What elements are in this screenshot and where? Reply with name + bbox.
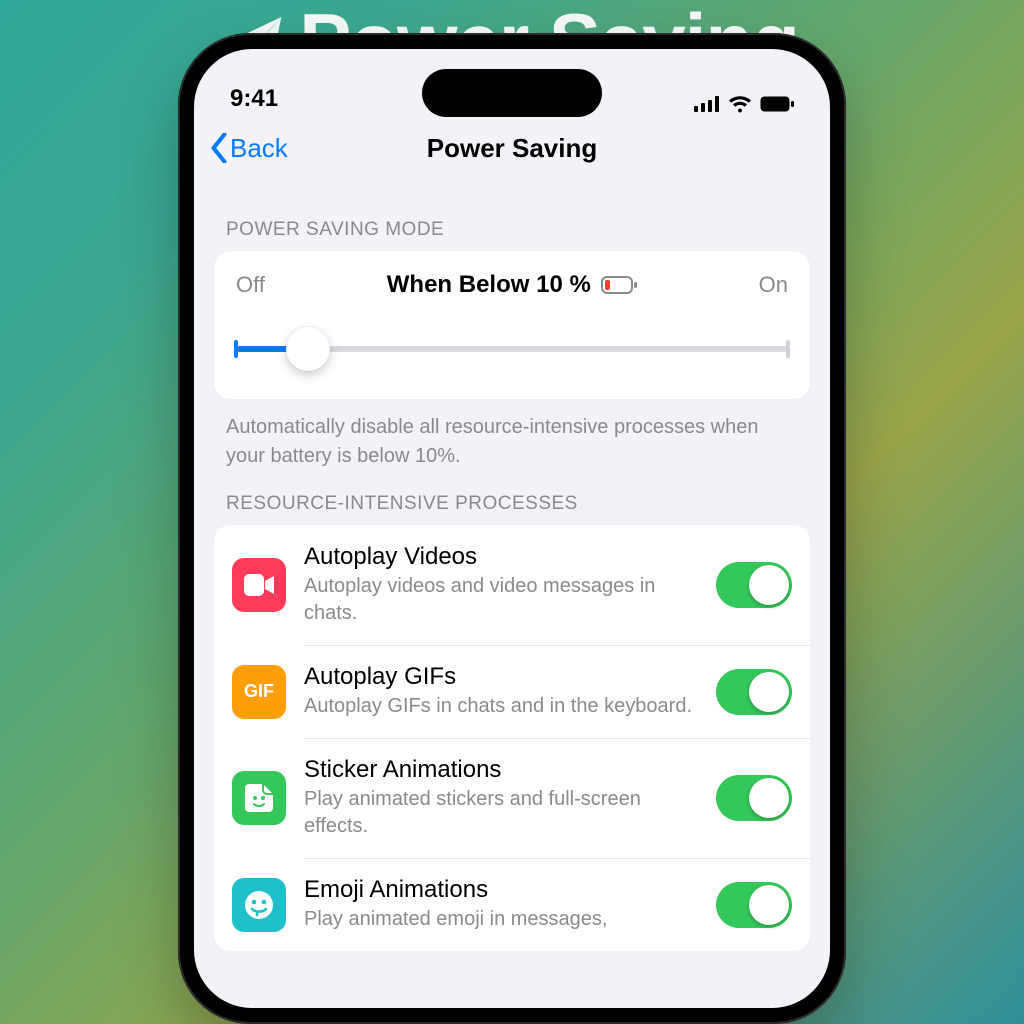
battery-low-icon [601, 276, 637, 294]
chevron-left-icon [210, 133, 228, 163]
row-title: Sticker Animations [304, 756, 698, 784]
row-autoplay-gifs[interactable]: GIF Autoplay GIFs Autoplay GIFs in chats… [214, 645, 810, 738]
slider-label-off: Off [236, 272, 265, 298]
toggle-autoplay-gifs[interactable] [716, 669, 792, 715]
phone-screen: 9:41 Back Power Saving POWER SAVIN [194, 49, 830, 1008]
toggle-sticker-animations[interactable] [716, 775, 792, 821]
gif-icon: GIF [232, 665, 286, 719]
video-icon [232, 558, 286, 612]
cellular-signal-icon [694, 96, 720, 112]
row-title: Autoplay GIFs [304, 663, 698, 691]
row-subtitle: Play animated stickers and full-screen e… [304, 786, 698, 840]
processes-list: Autoplay Videos Autoplay videos and vide… [214, 525, 810, 951]
row-autoplay-videos[interactable]: Autoplay Videos Autoplay videos and vide… [214, 525, 810, 645]
wifi-icon [728, 95, 752, 113]
nav-bar: Back Power Saving [194, 117, 830, 179]
row-subtitle: Autoplay GIFs in chats and in the keyboa… [304, 693, 698, 720]
row-title: Emoji Animations [304, 876, 698, 904]
row-title: Autoplay Videos [304, 543, 698, 571]
toggle-emoji-animations[interactable] [716, 882, 792, 928]
slider-label-on: On [759, 272, 788, 298]
slider-center-label: When Below 10 % [387, 271, 637, 299]
dynamic-island [422, 69, 602, 117]
row-subtitle: Autoplay videos and video messages in ch… [304, 573, 698, 627]
status-time: 9:41 [230, 85, 278, 113]
gif-icon-label: GIF [244, 681, 274, 702]
row-sticker-animations[interactable]: Sticker Animations Play animated sticker… [214, 738, 810, 858]
back-label: Back [230, 133, 288, 164]
slider-thumb[interactable] [286, 327, 330, 371]
row-emoji-animations[interactable]: Emoji Animations Play animated emoji in … [214, 858, 810, 951]
section-header-power-saving-mode: POWER SAVING MODE [214, 197, 810, 251]
phone-frame: 9:41 Back Power Saving POWER SAVIN [178, 33, 846, 1024]
battery-icon [760, 96, 794, 112]
sticker-icon [232, 771, 286, 825]
power-saving-slider[interactable] [236, 321, 788, 377]
section-header-processes: RESOURCE-INTENSIVE PROCESSES [214, 471, 810, 525]
emoji-icon [232, 878, 286, 932]
section-footer-power-saving-mode: Automatically disable all resource-inten… [214, 399, 810, 471]
back-button[interactable]: Back [210, 133, 288, 164]
slider-center-text: When Below 10 % [387, 271, 591, 299]
page-title: Power Saving [194, 133, 830, 164]
power-saving-slider-panel: Off When Below 10 % On [214, 251, 810, 399]
row-subtitle: Play animated emoji in messages, [304, 906, 698, 933]
toggle-autoplay-videos[interactable] [716, 562, 792, 608]
